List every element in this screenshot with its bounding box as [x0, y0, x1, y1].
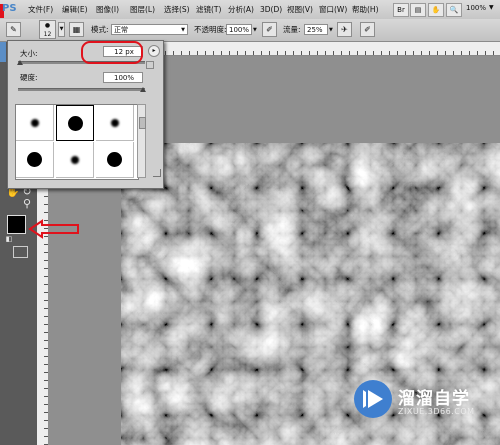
brush-tip-soft [111, 119, 119, 127]
watermark-title: 溜溜自学 [398, 389, 470, 409]
size-slider-handle[interactable] [17, 60, 23, 65]
pressure-opacity-icon[interactable]: ✐ [262, 22, 277, 37]
menu-edit[interactable]: 编辑(E) [62, 3, 88, 16]
chevron-down-icon[interactable]: ▼ [329, 24, 333, 36]
brush-tip-hard [107, 152, 122, 167]
opacity-input[interactable]: 100% [226, 24, 252, 35]
brush-tip-soft [31, 119, 39, 127]
menu-view[interactable]: 视图(V) [287, 3, 313, 16]
menu-analysis[interactable]: 分析(A) [228, 3, 254, 16]
toolbox-header [0, 42, 6, 62]
hardness-label: 硬度: [20, 73, 38, 82]
chevron-down-icon: ▼ [181, 27, 185, 33]
brush-tool-icon[interactable]: ✎ [6, 22, 21, 37]
menu-layer[interactable]: 图层(L) [130, 3, 155, 16]
menu-help[interactable]: 帮助(H) [352, 3, 379, 16]
opacity-label: 不透明度: [194, 25, 227, 34]
zoom-level[interactable]: 100% [466, 4, 486, 12]
quick-mask-icon[interactable] [13, 246, 28, 258]
menu-file[interactable]: 文件(F) [28, 3, 53, 16]
hardness-input[interactable]: 100% [103, 72, 143, 83]
brush-tip-soft [71, 156, 79, 164]
zoom-tool-icon[interactable]: 🔍 [446, 3, 462, 17]
brush-tip-hard [27, 152, 42, 167]
mode-value: 正常 [114, 26, 128, 34]
chevron-down-icon[interactable]: ▼ [253, 24, 257, 36]
brush-preset[interactable] [96, 142, 134, 178]
watermark-logo [354, 380, 392, 418]
brush-preset[interactable] [16, 105, 54, 141]
minibridge-icon[interactable]: ▤ [410, 3, 426, 17]
menu-bar: PS 文件(F) 编辑(E) 图像(I) 图层(L) 选择(S) 滤镜(T) 分… [0, 0, 500, 20]
airbrush-icon[interactable]: ✈ [337, 22, 352, 37]
hand-extras-icon[interactable]: ✋ [428, 3, 444, 17]
zoom-icon[interactable]: ⚲ [20, 197, 34, 211]
brush-tip-hard [68, 116, 83, 131]
chevron-down-icon[interactable]: ▼ [58, 22, 65, 37]
flow-label: 流量: [283, 25, 301, 34]
panel-menu-icon[interactable]: ▸ [148, 45, 160, 57]
app-logo: PS [2, 3, 17, 14]
chevron-down-icon[interactable]: ▼ [489, 4, 494, 11]
mode-select[interactable]: 正常 ▼ [111, 24, 188, 35]
watermark-url: ZIXUE.3D66.COM [398, 407, 475, 416]
annotation-arrow [28, 219, 79, 239]
menu-3d[interactable]: 3D(D) [260, 3, 282, 16]
annotation-highlight [81, 41, 143, 64]
options-bar: ✎ ● 12 ▼ ▦ 模式: 正常 ▼ 不透明度: 100% ▼ ✐ 流量: 25… [0, 19, 500, 42]
size-label: 大小: [20, 49, 38, 58]
hardness-slider-handle[interactable] [140, 87, 146, 92]
default-colors-icon[interactable]: ◧ [2, 232, 16, 246]
new-preset-icon[interactable] [146, 61, 154, 69]
scrollbar-thumb[interactable] [139, 117, 146, 129]
hardness-slider[interactable] [18, 88, 145, 91]
brush-preset[interactable] [56, 142, 94, 178]
brush-size-badge: 12 [43, 31, 52, 38]
menu-select[interactable]: 选择(S) [164, 3, 190, 16]
preset-scrollbar[interactable] [137, 104, 146, 178]
flow-input[interactable]: 25% [304, 24, 328, 35]
brush-preset-grid [15, 104, 139, 180]
brush-preset-selected[interactable] [56, 105, 94, 141]
brush-preset[interactable] [16, 142, 54, 178]
resize-handle[interactable] [153, 169, 161, 177]
menu-image[interactable]: 图像(I) [96, 3, 119, 16]
pressure-size-icon[interactable]: ✐ [360, 22, 375, 37]
brush-panel-toggle-icon[interactable]: ▦ [69, 22, 84, 37]
mode-label: 模式: [91, 25, 109, 34]
brush-preset[interactable] [96, 105, 134, 141]
brush-preset-picker[interactable]: ● 12 [39, 20, 56, 39]
bridge-icon[interactable]: Br [393, 3, 409, 17]
menu-window[interactable]: 窗口(W) [319, 3, 347, 16]
menu-filter[interactable]: 滤镜(T) [196, 3, 221, 16]
